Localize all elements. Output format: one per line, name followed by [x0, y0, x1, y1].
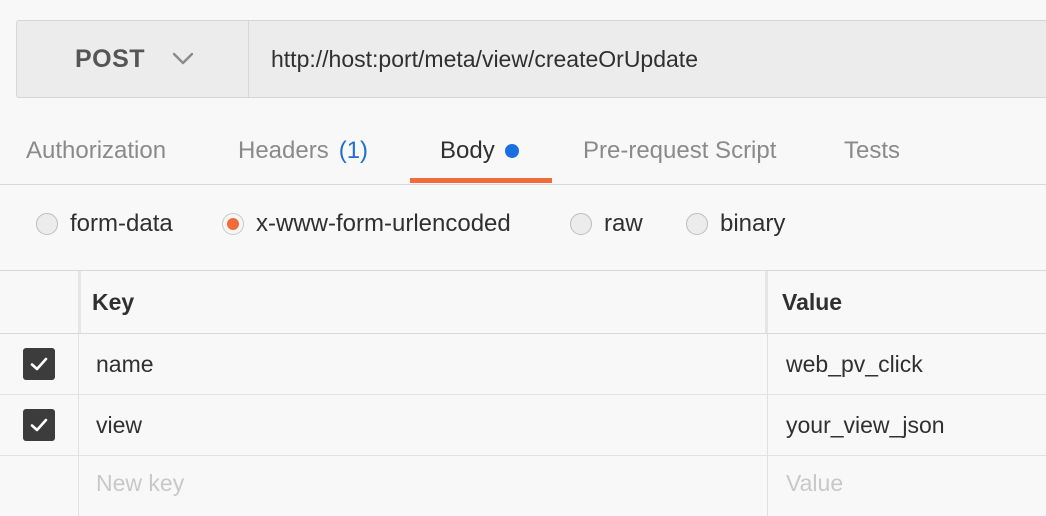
radio-checked-icon: [222, 213, 244, 235]
tab-body[interactable]: Body: [440, 118, 519, 184]
table-row: view your_view_json: [0, 395, 1046, 456]
tab-label: Tests: [844, 137, 901, 164]
headers-count-badge: (1): [338, 137, 369, 164]
tab-headers[interactable]: Headers (1): [238, 118, 368, 184]
radio-label: form-data: [70, 210, 173, 237]
row-check-cell: [0, 395, 79, 455]
checkmark-icon: [30, 357, 48, 371]
radio-label: binary: [720, 210, 786, 237]
row-check-cell: [0, 456, 79, 516]
radio-label: x-www-form-urlencoded: [256, 210, 511, 237]
params-table: Key Value name web_pv_click view your_vi…: [0, 270, 1046, 516]
request-tabs: Authorization Headers (1) Body Pre-reque…: [0, 118, 1046, 185]
radio-x-www-form-urlencoded[interactable]: x-www-form-urlencoded: [222, 196, 511, 252]
row-check-cell: [0, 334, 79, 394]
chevron-down-icon: [172, 52, 194, 65]
key-cell[interactable]: view: [80, 395, 768, 455]
tab-label: Body: [440, 137, 495, 164]
table-row: name web_pv_click: [0, 334, 1046, 395]
tab-label: Pre-request Script: [583, 137, 777, 164]
active-tab-underline: [410, 178, 552, 183]
radio-circle-icon: [36, 213, 58, 235]
value-column-header: Value: [782, 288, 843, 315]
tab-label: Authorization: [26, 137, 167, 164]
row-checkbox[interactable]: [23, 409, 55, 441]
body-type-selector: form-data x-www-form-urlencoded raw bina…: [0, 196, 1046, 252]
key-column-header: Key: [80, 271, 768, 333]
radio-form-data[interactable]: form-data: [36, 196, 173, 252]
tab-label: Headers: [238, 137, 329, 164]
modified-dot-icon: [504, 144, 519, 158]
value-cell[interactable]: your_view_json: [770, 395, 1046, 455]
radio-circle-icon: [686, 213, 708, 235]
tab-tests[interactable]: Tests: [844, 118, 900, 184]
header-check-cell: [0, 271, 81, 333]
radio-binary[interactable]: binary: [686, 196, 785, 252]
key-cell[interactable]: name: [80, 334, 768, 394]
new-key-input[interactable]: New key: [80, 456, 768, 516]
row-checkbox[interactable]: [23, 348, 55, 380]
radio-raw[interactable]: raw: [570, 196, 643, 252]
checkmark-icon: [30, 418, 48, 432]
new-param-row: New key Value: [0, 456, 1046, 516]
tab-pre-request-script[interactable]: Pre-request Script: [583, 118, 776, 184]
request-bar: POST http://host:port/meta/view/createOr…: [16, 20, 1046, 98]
method-dropdown[interactable]: POST: [17, 21, 249, 97]
new-value-input[interactable]: Value: [770, 456, 1046, 516]
value-cell[interactable]: web_pv_click: [770, 334, 1046, 394]
url-input[interactable]: http://host:port/meta/view/createOrUpdat…: [249, 21, 1046, 97]
tab-authorization[interactable]: Authorization: [26, 118, 166, 184]
radio-circle-icon: [570, 213, 592, 235]
radio-label: raw: [604, 210, 643, 237]
method-label: POST: [75, 44, 146, 73]
table-header-row: Key Value: [0, 271, 1046, 334]
